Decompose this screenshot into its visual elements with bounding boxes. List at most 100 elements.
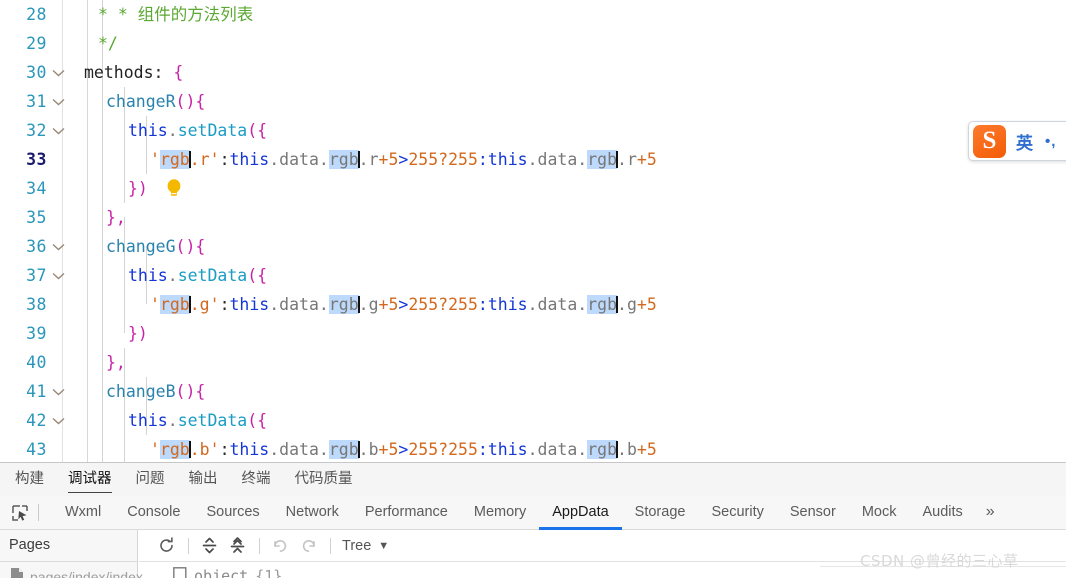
redo-icon[interactable] (295, 534, 321, 558)
watermark-rule (820, 566, 1066, 567)
inspect-element-icon[interactable] (9, 502, 31, 524)
lightbulb-quickfix-icon[interactable] (66, 149, 181, 196)
rgb-token-highlighted: rgb (159, 295, 190, 314)
devtools-more-tabs-icon[interactable]: » (976, 496, 1005, 530)
increment: +5 (636, 440, 657, 459)
sogou-ime-status-bar[interactable]: S 英 •, (968, 121, 1066, 161)
code-editor-surface[interactable]: 28 * * 组件的方法列表 29 */ 30 methods: { 31 ch… (0, 0, 1066, 462)
pages-sidebar[interactable]: Pages pages/index/index (0, 530, 143, 578)
appdata-toolbar[interactable]: Tree ▼ (139, 530, 1066, 561)
rgb-token-highlighted: rgb (159, 150, 190, 169)
devtools-tab-performance[interactable]: Performance (352, 496, 461, 530)
close-brace-paren: }) (128, 179, 148, 198)
code-line[interactable]: 36 changeG(){ (0, 232, 1066, 261)
ide-tab-output[interactable]: 输出 (189, 463, 218, 496)
code-line[interactable]: 34 }) (0, 174, 1066, 203)
ternary-question: ? (438, 440, 449, 459)
line-content: changeR(){ (84, 87, 205, 116)
line-content: */ (84, 29, 118, 58)
ime-mode-label[interactable]: 英 (1016, 129, 1033, 154)
devtools-tab-audits[interactable]: Audits (909, 496, 975, 530)
collapse-all-icon[interactable] (224, 534, 250, 558)
line-number: 35 (26, 208, 47, 227)
toolbar-separator (330, 537, 331, 554)
devtools-tab-mock[interactable]: Mock (849, 496, 910, 530)
pages-sidebar-title: Pages (9, 537, 51, 553)
comment-text: * 组件的方法列表 (117, 5, 254, 24)
ide-tab-code-quality[interactable]: 代码质量 (295, 463, 353, 496)
ide-tab-problems[interactable]: 问题 (136, 463, 165, 496)
code-line[interactable]: 41 changeB(){ (0, 377, 1066, 406)
appdata-tree-root-row[interactable]: object {1} (139, 567, 1066, 578)
code-line[interactable]: 37 this.setData({ (0, 261, 1066, 290)
dot: . (167, 121, 178, 140)
fold-chevron-icon[interactable] (52, 116, 66, 145)
quote: ' (150, 295, 160, 314)
expand-all-icon[interactable] (196, 534, 222, 558)
string-key: .r' (189, 150, 220, 169)
code-line[interactable]: 28 * * 组件的方法列表 (0, 0, 1066, 29)
line-content: this.setData({ (84, 261, 267, 290)
devtools-tab-security[interactable]: Security (698, 496, 776, 530)
sogou-logo-icon[interactable]: S (973, 124, 1006, 158)
ide-tab-debugger[interactable]: 调试器 (68, 463, 112, 496)
line-content: changeG(){ (84, 232, 205, 261)
page-file-icon (10, 567, 24, 578)
line-content: }, (84, 203, 126, 232)
line-content: }, (84, 348, 126, 377)
open-paren-brace: ({ (247, 266, 268, 285)
devtools-tab-memory[interactable]: Memory (461, 496, 539, 530)
number: 255 (408, 440, 439, 459)
setdata-call: setData (177, 266, 248, 285)
ide-bottom-tabbar[interactable]: 构建 调试器 问题 输出 终端 代码质量 (0, 463, 1066, 496)
code-line-active[interactable]: 33 'rgb.r':this.data.rgb.r+5>255?255:thi… (0, 145, 1066, 196)
refresh-icon[interactable] (153, 534, 179, 558)
rgb-token-highlighted: rgb (587, 440, 618, 459)
devtools-tab-network[interactable]: Network (273, 496, 352, 530)
line-content: 'rgb.r':this.data.rgb.r+5>255?255:this.d… (84, 145, 657, 174)
page-list-item[interactable]: pages/index/index (10, 567, 143, 578)
code-line[interactable]: 38 'rgb.g':this.data.rgb.g+5>255?255:thi… (0, 290, 1066, 319)
ide-tab-build[interactable]: 构建 (15, 463, 44, 496)
fold-chevron-icon[interactable] (52, 58, 66, 87)
tree-root-count: {1} (255, 567, 283, 578)
code-line[interactable]: 39 }) (0, 319, 1066, 348)
dot: . (167, 266, 178, 285)
ime-punctuation-icon[interactable]: •, (1045, 133, 1056, 150)
code-line[interactable]: 43 'rgb.b':this.data.rgb.b+5>255?255:thi… (0, 435, 1066, 462)
setdata-call: setData (177, 121, 248, 140)
devtools-tabbar[interactable]: Wxml Console Sources Network Performance… (0, 496, 1066, 530)
tree-expand-toggle-icon[interactable] (173, 567, 187, 578)
line-number: 41 (26, 382, 47, 401)
data-path: .data. (527, 150, 588, 169)
fold-chevron-icon[interactable] (52, 232, 66, 261)
code-line[interactable]: 40 }, (0, 348, 1066, 377)
code-line[interactable]: 42 this.setData({ (0, 406, 1066, 435)
fold-chevron-icon[interactable] (52, 377, 66, 406)
code-editor[interactable]: 28 * * 组件的方法列表 29 */ 30 methods: { 31 ch… (0, 0, 1066, 462)
line-number: 31 (26, 92, 47, 111)
open-paren-brace: ({ (247, 411, 268, 430)
devtools-tab-sources[interactable]: Sources (193, 496, 272, 530)
view-mode-dropdown[interactable]: Tree ▼ (342, 538, 389, 554)
code-line[interactable]: 30 methods: { (0, 58, 1066, 87)
rgb-token-highlighted: rgb (159, 440, 190, 459)
undo-icon[interactable] (267, 534, 293, 558)
devtools-tab-console[interactable]: Console (114, 496, 193, 530)
code-line[interactable]: 35 }, (0, 203, 1066, 232)
devtools-tab-sensor[interactable]: Sensor (777, 496, 849, 530)
devtools-tab-appdata[interactable]: AppData (539, 496, 623, 530)
devtools-tab-storage[interactable]: Storage (622, 496, 699, 530)
ide-tab-terminal[interactable]: 终端 (242, 463, 271, 496)
fold-chevron-icon[interactable] (52, 406, 66, 435)
code-line[interactable]: 31 changeR(){ (0, 87, 1066, 116)
parens: (){ (175, 237, 206, 256)
code-line[interactable]: 32 this.setData({ (0, 116, 1066, 145)
fold-chevron-icon[interactable] (52, 261, 66, 290)
code-line[interactable]: 29 */ (0, 29, 1066, 58)
devtools-tab-wxml[interactable]: Wxml (52, 496, 114, 530)
line-number: 34 (26, 179, 47, 198)
prop: .b (358, 440, 379, 459)
fold-chevron-icon[interactable] (52, 87, 66, 116)
parens: (){ (175, 92, 206, 111)
